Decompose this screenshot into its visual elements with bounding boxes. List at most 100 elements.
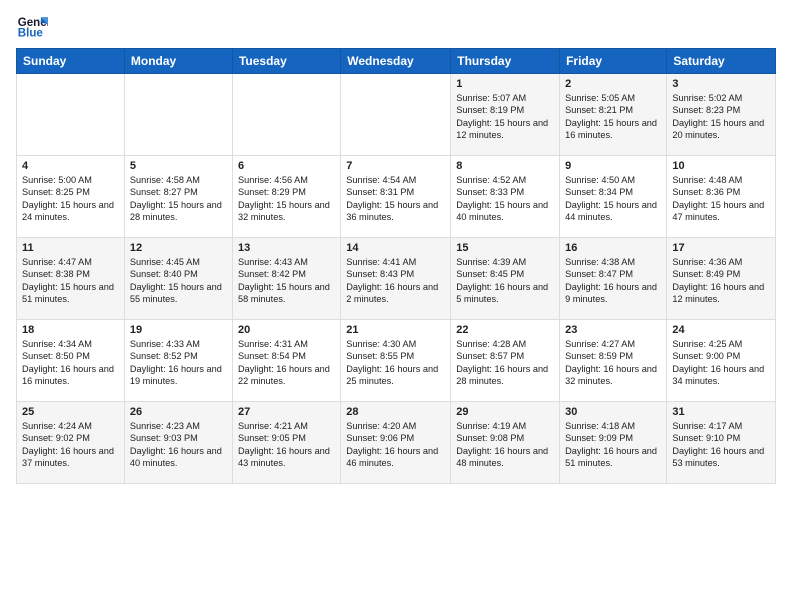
calendar-cell: 12 Sunrise: 4:45 AM Sunset: 8:40 PM Dayli… [124,238,232,320]
day-number: 28 [346,406,445,418]
col-header-monday: Monday [124,49,232,74]
calendar-cell: 14 Sunrise: 4:41 AM Sunset: 8:43 PM Dayli… [341,238,451,320]
calendar-cell: 18 Sunrise: 4:34 AM Sunset: 8:50 PM Dayli… [17,320,125,402]
calendar-cell: 29Sunrise: 4:19 AM Sunset: 9:08 PM Dayli… [451,402,560,484]
day-number: 14 [346,242,445,254]
cell-text: Sunrise: 4:18 AM Sunset: 9:09 PM Dayligh… [565,420,661,470]
calendar-table: SundayMondayTuesdayWednesdayThursdayFrid… [16,48,776,484]
cell-text: Sunrise: 4:43 AM Sunset: 8:42 PM Dayligh… [238,256,335,306]
day-number: 21 [346,324,445,336]
col-header-sunday: Sunday [17,49,125,74]
cell-text: Sunrise: 4:31 AM Sunset: 8:54 PM Dayligh… [238,338,335,388]
calendar-cell: 6Sunrise: 4:56 AM Sunset: 8:29 PM Daylig… [232,156,340,238]
calendar-cell: 7 Sunrise: 4:54 AM Sunset: 8:31 PM Daylig… [341,156,451,238]
day-number: 18 [22,324,119,336]
day-number: 15 [456,242,554,254]
cell-text: Sunrise: 4:19 AM Sunset: 9:08 PM Dayligh… [456,420,554,470]
calendar-cell: 23 Sunrise: 4:27 AM Sunset: 8:59 PM Dayli… [560,320,667,402]
calendar-week-2: 4Sunrise: 5:00 AM Sunset: 8:25 PM Daylig… [17,156,776,238]
cell-text: Sunrise: 4:24 AM Sunset: 9:02 PM Dayligh… [22,420,119,470]
cell-text: Sunrise: 4:52 AM Sunset: 8:33 PM Dayligh… [456,174,554,224]
calendar-cell: 4Sunrise: 5:00 AM Sunset: 8:25 PM Daylig… [17,156,125,238]
logo-icon: General Blue [16,10,48,42]
day-number: 16 [565,242,661,254]
calendar-cell: 22 Sunrise: 4:28 AM Sunset: 8:57 PM Dayli… [451,320,560,402]
day-number: 8 [456,160,554,172]
cell-text: Sunrise: 4:21 AM Sunset: 9:05 PM Dayligh… [238,420,335,470]
header: General Blue [16,10,776,42]
calendar-cell: 25Sunrise: 4:24 AM Sunset: 9:02 PM Dayli… [17,402,125,484]
day-number: 19 [130,324,227,336]
day-number: 3 [672,78,770,90]
calendar-cell: 21 Sunrise: 4:30 AM Sunset: 8:55 PM Dayli… [341,320,451,402]
calendar-cell: 9Sunrise: 4:50 AM Sunset: 8:34 PM Daylig… [560,156,667,238]
day-number: 4 [22,160,119,172]
logo: General Blue [16,10,52,42]
day-number: 13 [238,242,335,254]
calendar-header-row: SundayMondayTuesdayWednesdayThursdayFrid… [17,49,776,74]
col-header-friday: Friday [560,49,667,74]
calendar-cell: 27 Sunrise: 4:21 AM Sunset: 9:05 PM Dayli… [232,402,340,484]
day-number: 10 [672,160,770,172]
day-number: 26 [130,406,227,418]
cell-text: Sunrise: 4:58 AM Sunset: 8:27 PM Dayligh… [130,174,227,224]
calendar-cell: 13 Sunrise: 4:43 AM Sunset: 8:42 PM Dayli… [232,238,340,320]
calendar-week-3: 11Sunrise: 4:47 AM Sunset: 8:38 PM Dayli… [17,238,776,320]
day-number: 7 [346,160,445,172]
calendar-cell [124,74,232,156]
day-number: 17 [672,242,770,254]
day-number: 9 [565,160,661,172]
cell-text: Sunrise: 4:23 AM Sunset: 9:03 PM Dayligh… [130,420,227,470]
cell-text: Sunrise: 4:27 AM Sunset: 8:59 PM Dayligh… [565,338,661,388]
cell-text: Sunrise: 4:30 AM Sunset: 8:55 PM Dayligh… [346,338,445,388]
calendar-cell: 5 Sunrise: 4:58 AM Sunset: 8:27 PM Daylig… [124,156,232,238]
cell-text: Sunrise: 4:20 AM Sunset: 9:06 PM Dayligh… [346,420,445,470]
calendar-week-1: 1 Sunrise: 5:07 AM Sunset: 8:19 PM Daylig… [17,74,776,156]
page: General Blue SundayMondayTuesdayWednesda… [0,0,792,494]
calendar-cell: 1 Sunrise: 5:07 AM Sunset: 8:19 PM Daylig… [451,74,560,156]
calendar-cell [17,74,125,156]
cell-text: Sunrise: 4:38 AM Sunset: 8:47 PM Dayligh… [565,256,661,306]
cell-text: Sunrise: 4:36 AM Sunset: 8:49 PM Dayligh… [672,256,770,306]
cell-text: Sunrise: 4:45 AM Sunset: 8:40 PM Dayligh… [130,256,227,306]
day-number: 5 [130,160,227,172]
calendar-cell: 11Sunrise: 4:47 AM Sunset: 8:38 PM Dayli… [17,238,125,320]
day-number: 12 [130,242,227,254]
cell-text: Sunrise: 4:33 AM Sunset: 8:52 PM Dayligh… [130,338,227,388]
day-number: 30 [565,406,661,418]
day-number: 31 [672,406,770,418]
calendar-cell: 10 Sunrise: 4:48 AM Sunset: 8:36 PM Dayli… [667,156,776,238]
day-number: 20 [238,324,335,336]
calendar-cell: 16 Sunrise: 4:38 AM Sunset: 8:47 PM Dayli… [560,238,667,320]
cell-text: Sunrise: 4:39 AM Sunset: 8:45 PM Dayligh… [456,256,554,306]
day-number: 23 [565,324,661,336]
day-number: 24 [672,324,770,336]
day-number: 27 [238,406,335,418]
day-number: 1 [456,78,554,90]
calendar-cell: 24 Sunrise: 4:25 AM Sunset: 9:00 PM Dayli… [667,320,776,402]
cell-text: Sunrise: 4:54 AM Sunset: 8:31 PM Dayligh… [346,174,445,224]
svg-text:Blue: Blue [18,28,44,40]
cell-text: Sunrise: 4:34 AM Sunset: 8:50 PM Dayligh… [22,338,119,388]
calendar-cell [232,74,340,156]
col-header-saturday: Saturday [667,49,776,74]
calendar-cell: 3 Sunrise: 5:02 AM Sunset: 8:23 PM Daylig… [667,74,776,156]
cell-text: Sunrise: 4:41 AM Sunset: 8:43 PM Dayligh… [346,256,445,306]
cell-text: Sunrise: 4:47 AM Sunset: 8:38 PM Dayligh… [22,256,119,306]
calendar-cell: 31 Sunrise: 4:17 AM Sunset: 9:10 PM Dayli… [667,402,776,484]
calendar-cell: 26 Sunrise: 4:23 AM Sunset: 9:03 PM Dayli… [124,402,232,484]
cell-text: Sunrise: 5:07 AM Sunset: 8:19 PM Dayligh… [456,92,554,142]
cell-text: Sunrise: 4:28 AM Sunset: 8:57 PM Dayligh… [456,338,554,388]
col-header-wednesday: Wednesday [341,49,451,74]
cell-text: Sunrise: 4:48 AM Sunset: 8:36 PM Dayligh… [672,174,770,224]
day-number: 22 [456,324,554,336]
calendar-cell: 17 Sunrise: 4:36 AM Sunset: 8:49 PM Dayli… [667,238,776,320]
calendar-cell: 30 Sunrise: 4:18 AM Sunset: 9:09 PM Dayli… [560,402,667,484]
cell-text: Sunrise: 4:25 AM Sunset: 9:00 PM Dayligh… [672,338,770,388]
cell-text: Sunrise: 5:02 AM Sunset: 8:23 PM Dayligh… [672,92,770,142]
cell-text: Sunrise: 4:17 AM Sunset: 9:10 PM Dayligh… [672,420,770,470]
day-number: 6 [238,160,335,172]
day-number: 2 [565,78,661,90]
calendar-cell: 20 Sunrise: 4:31 AM Sunset: 8:54 PM Dayli… [232,320,340,402]
calendar-cell: 19 Sunrise: 4:33 AM Sunset: 8:52 PM Dayli… [124,320,232,402]
